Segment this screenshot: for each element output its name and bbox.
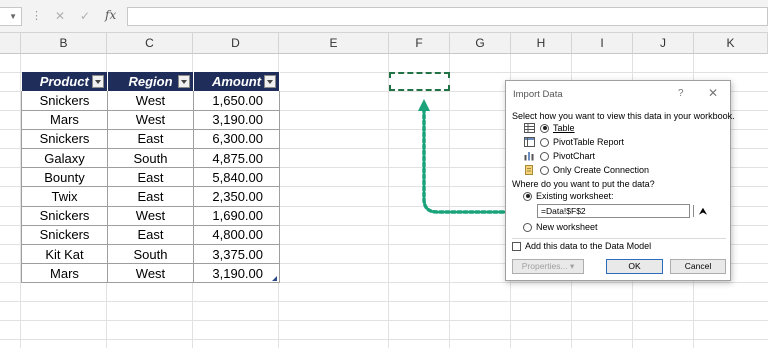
data-model-option[interactable]: Add this data to the Data Model [512, 241, 651, 251]
radio-pivotchart[interactable] [540, 151, 549, 161]
radio-table[interactable] [540, 123, 549, 133]
option-existing-worksheet[interactable]: Existing worksheet: [523, 191, 614, 201]
put-prompt: Where do you want to put the data? [512, 179, 655, 189]
data-model-checkbox[interactable] [512, 241, 521, 251]
collapse-dialog-icon[interactable]: ⮝ [693, 205, 712, 217]
properties-button[interactable]: Properties... ▾ [512, 259, 584, 274]
radio-connection[interactable] [540, 165, 549, 175]
reference-input[interactable]: =Data!$F$2 ⮝ [537, 204, 707, 218]
radio-pivottable[interactable] [540, 137, 549, 147]
connection-icon [524, 165, 535, 175]
dialog-title: Import Data [513, 89, 563, 100]
option-pivottable[interactable]: PivotTable Report [524, 137, 624, 147]
pivotchart-icon [524, 151, 535, 161]
option-connection[interactable]: Only Create Connection [524, 165, 649, 175]
option-new-worksheet[interactable]: New worksheet [523, 222, 598, 232]
table-icon [524, 123, 535, 133]
chevron-down-icon: ▾ [569, 261, 575, 271]
divider [512, 238, 726, 239]
radio-existing-worksheet[interactable] [523, 191, 532, 201]
cancel-button[interactable]: Cancel [670, 259, 726, 274]
import-data-dialog: Import Data ? ✕ Select how you want to v… [505, 80, 735, 281]
pivottable-icon [524, 137, 535, 147]
view-prompt: Select how you want to view this data in… [512, 111, 735, 121]
radio-new-worksheet[interactable] [523, 222, 532, 232]
option-pivotchart[interactable]: PivotChart [524, 151, 595, 161]
close-icon[interactable]: ✕ [708, 86, 718, 100]
ok-button[interactable]: OK [606, 259, 663, 274]
help-icon[interactable]: ? [678, 88, 684, 99]
option-table[interactable]: Table [524, 123, 575, 133]
